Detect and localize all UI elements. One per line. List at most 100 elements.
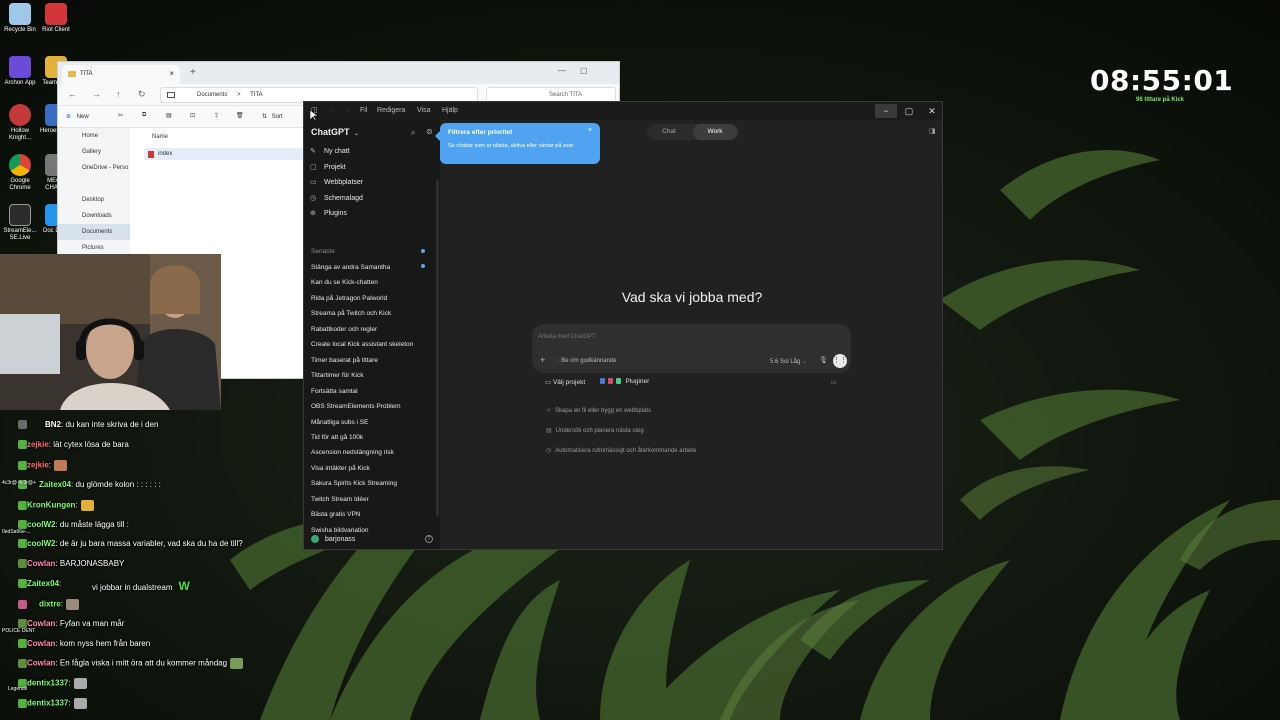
chat-username[interactable]: Zaitex04 — [39, 480, 71, 489]
add-attachment-icon[interactable]: + — [540, 355, 545, 365]
chat-username[interactable]: Cowlan — [27, 639, 55, 648]
suggestion-automate[interactable]: ◷ Automatisera rutinmässigt och återkomma… — [546, 447, 696, 454]
chat-username[interactable]: BN2 — [45, 420, 61, 429]
nav-item-onedrive[interactable]: OneDrive - Perso — [58, 160, 130, 176]
recent-chat-item[interactable]: Bästa gratis VPN — [311, 511, 361, 518]
explorer-tab[interactable]: TITA × — [62, 65, 180, 84]
sidebar-item-new-chat[interactable]: ✎ Ny chatt — [310, 147, 350, 155]
menu-hjalp[interactable]: Hjälp — [442, 107, 458, 114]
nav-item-desktop[interactable]: Desktop — [58, 192, 130, 208]
paste-icon[interactable]: ▤ — [166, 112, 172, 119]
close-icon[interactable]: ✕ — [921, 104, 942, 118]
recent-chat-item[interactable]: Visa intäkter på Kick — [311, 465, 370, 472]
chat-username[interactable]: Cowlan — [27, 559, 55, 568]
desktop-icon-recycle-bin[interactable]: Recycle Bin — [0, 3, 40, 34]
desktop-icon-chrome[interactable]: Google Chrome — [0, 154, 40, 192]
chat-username[interactable]: dentix1337 — [27, 699, 68, 708]
prompt-input[interactable]: Arbeta med ChatGPT — [538, 334, 596, 340]
filter-icon[interactable]: ⊚ — [426, 127, 433, 136]
cut-icon[interactable]: ✂ — [118, 112, 123, 119]
recent-chat-item[interactable]: Sakura Spirits Kick Streaming — [311, 480, 397, 487]
microphone-icon[interactable]: 🎙 — [819, 356, 828, 364]
refresh-icon[interactable]: ↻ — [138, 89, 146, 100]
copy-icon[interactable]: ⧉ — [142, 112, 146, 119]
share-icon[interactable]: ⇪ — [214, 112, 219, 119]
suggestion-research[interactable]: ▤ Undersök och planera nästa steg — [546, 427, 644, 434]
chat-username[interactable]: Cowlan — [27, 619, 55, 628]
sidebar-item-websites[interactable]: ▭ Webbplatser — [310, 178, 363, 186]
menu-fil[interactable]: Fil — [360, 107, 367, 114]
recent-chat-item[interactable]: Swisha bildvariation — [311, 527, 368, 534]
recent-chat-item[interactable]: Ascension nedstängning risk — [311, 449, 394, 456]
project-selector[interactable]: ▭ Välj projekt — [545, 378, 585, 386]
plugins-selector[interactable]: Pluginer — [600, 378, 649, 385]
recent-chat-item[interactable]: Rida på Jetragon Palworld — [311, 295, 387, 302]
column-header-name[interactable]: Name — [152, 134, 168, 140]
chat-username[interactable]: coolW2 — [27, 539, 55, 548]
recent-chat-item[interactable]: Timer baserat på tittare — [311, 357, 378, 364]
maximize-icon[interactable]: ▢ — [898, 104, 920, 118]
delete-icon[interactable]: 🗑 — [236, 112, 244, 119]
tab-chat[interactable]: Chat — [647, 124, 691, 140]
model-selector[interactable]: 5.6 Sol Låg ⌄ — [770, 358, 807, 365]
recent-chat-item[interactable]: Streama på Twitch och Kick — [311, 310, 391, 317]
prompt-composer[interactable]: Arbeta med ChatGPT + ◌ Be om godkännande… — [532, 324, 851, 373]
voice-mode-button[interactable]: ⋮⋮ — [833, 354, 847, 368]
recent-chat-item[interactable]: OBS StreamElements Problem — [311, 403, 401, 410]
nav-item-documents[interactable]: Documents — [58, 224, 130, 240]
recent-chat-item[interactable]: Tid för att gå 100k — [311, 434, 363, 441]
search-icon[interactable]: ⌕ — [411, 128, 415, 138]
maximize-icon[interactable]: ▢ — [580, 66, 588, 75]
help-icon[interactable]: ? — [425, 535, 433, 543]
recent-chat-item[interactable]: Månatliga subs i SE — [311, 419, 368, 426]
chat-username[interactable]: coolW2 — [27, 520, 55, 529]
desktop-icon-streamelements[interactable]: StreamEle... SE.Live — [0, 204, 40, 242]
tab-work[interactable]: Work — [693, 124, 737, 140]
chat-username[interactable]: Cowlan — [27, 659, 55, 668]
minimize-icon[interactable]: — — [558, 66, 566, 75]
panel-toggle-icon[interactable]: ◨ — [929, 127, 936, 135]
layout-icon[interactable]: ▭ — [831, 379, 837, 386]
permission-selector[interactable]: ◌ Be om godkännande — [556, 358, 617, 364]
sidebar-item-plugins[interactable]: ⊕ Plugins — [310, 209, 347, 217]
sort-button[interactable]: ⇅ Sort — [262, 113, 283, 120]
recent-chat-item[interactable]: Fortsätta samtal — [311, 388, 358, 395]
menu-redigera[interactable]: Redigera — [377, 107, 405, 114]
forward-icon[interactable]: → — [344, 107, 351, 114]
recent-chat-item[interactable]: Create local Kick assistant skeleton — [311, 341, 413, 348]
back-icon[interactable]: ← — [68, 89, 77, 99]
sidebar-scrollbar[interactable] — [436, 180, 439, 516]
nav-item-home[interactable]: Home — [58, 128, 130, 144]
desktop-icon-hollow-knight[interactable]: Hollow Knight... — [0, 104, 40, 142]
recent-chat-item[interactable]: Stänga av andra Samantha — [311, 264, 390, 271]
chat-username[interactable]: zejkie — [27, 440, 49, 449]
chatgpt-window[interactable]: ◫ ← → Fil Redigera Visa Hjälp − ▢ ✕ Chat… — [303, 101, 943, 550]
user-profile[interactable]: barjonass — [311, 535, 355, 543]
chat-username[interactable]: dixtre — [39, 600, 61, 609]
breadcrumb-documents[interactable]: Documents — [197, 92, 227, 98]
recent-chat-item[interactable]: Kan du se Kick-chatten — [311, 279, 378, 286]
sidebar-item-scheduled[interactable]: ◷ Schemalagd — [310, 194, 363, 202]
rename-icon[interactable]: ⊡ — [190, 112, 195, 119]
desktop-icon-riot-client[interactable]: Riot Client — [36, 3, 76, 34]
close-icon[interactable]: × — [169, 69, 174, 78]
model-switcher[interactable]: ChatGPT ⌄ — [311, 127, 359, 137]
up-icon[interactable]: ↑ — [116, 89, 121, 99]
breadcrumb-tita[interactable]: TITA — [250, 92, 263, 98]
recent-chat-item[interactable]: Twitch Stream Idéer — [311, 496, 369, 503]
sidebar-item-projects[interactable]: ▢ Projekt — [310, 163, 346, 171]
forward-icon[interactable]: → — [92, 89, 101, 99]
nav-item-gallery[interactable]: Gallery — [58, 144, 130, 160]
chat-username[interactable]: dentix1337 — [27, 679, 68, 688]
recent-chat-item[interactable]: Rabattkoder och regler — [311, 326, 377, 333]
close-icon[interactable]: × — [588, 127, 592, 134]
desktop-icon-archon[interactable]: Archon App — [0, 56, 40, 87]
new-tab-icon[interactable]: + — [190, 67, 196, 78]
new-button[interactable]: ⊕ New — [66, 113, 89, 120]
chat-username[interactable]: Zaitex04 — [27, 579, 59, 588]
minimize-icon[interactable]: − — [875, 104, 897, 118]
menu-visa[interactable]: Visa — [417, 107, 431, 114]
chat-username[interactable]: zejkie — [27, 461, 49, 470]
back-icon[interactable]: ← — [328, 107, 335, 114]
suggestion-create[interactable]: ✧ Skapa en fil eller bygg en webbplats — [546, 407, 651, 414]
